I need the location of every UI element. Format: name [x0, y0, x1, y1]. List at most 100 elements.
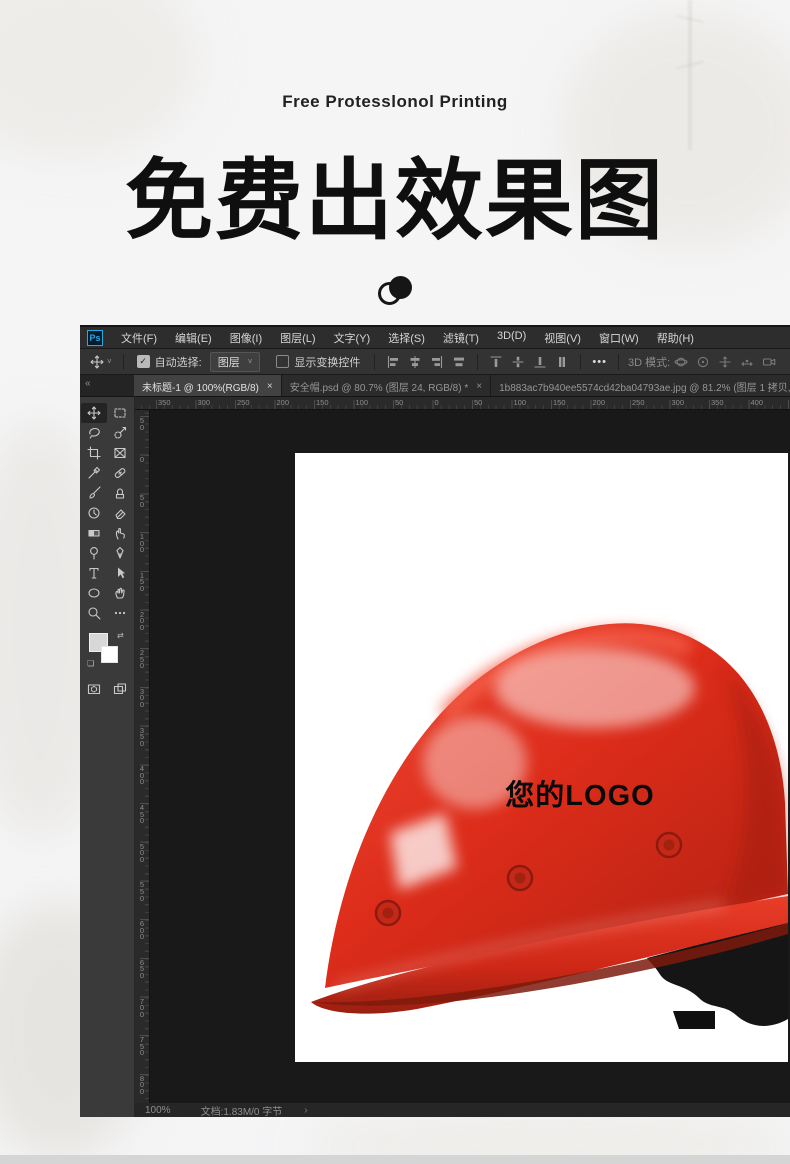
menu-item[interactable]: 文件(F) — [112, 330, 166, 346]
document-tab[interactable]: 未标题-1 @ 100%(RGB/8) × — [134, 375, 282, 396]
tabs: 未标题-1 @ 100%(RGB/8) × 安全帽.psd @ 80.7% (图层 … — [134, 375, 790, 396]
show-transform-label: 显示变换控件 — [294, 356, 361, 369]
brush-tool[interactable] — [81, 483, 107, 503]
history-brush-tool[interactable] — [81, 503, 107, 523]
smudge-tool[interactable] — [107, 523, 133, 543]
zoom-level[interactable]: 100% — [145, 1105, 171, 1116]
ellipse-shape-tool[interactable] — [81, 583, 107, 603]
ruler-number: 250 — [632, 398, 645, 407]
rect-marquee-tool[interactable] — [107, 403, 133, 423]
lasso-tool[interactable] — [81, 423, 107, 443]
ruler-number: 0 — [434, 398, 439, 407]
distribute-top-icon[interactable] — [487, 353, 505, 371]
3d-camera-icon[interactable] — [760, 353, 778, 371]
clone-stamp-tool[interactable] — [107, 483, 133, 503]
tab-bar: « 未标题-1 @ 100%(RGB/8) × 安全帽.psd @ 80.7% (图… — [80, 375, 790, 397]
ruler-number: 150 — [553, 398, 566, 407]
background-color-swatch[interactable] — [101, 646, 118, 663]
divider — [122, 353, 124, 370]
ruler-number: 4 0 0 — [139, 764, 145, 787]
eraser-tool[interactable] — [107, 503, 133, 523]
page: Free Protesslonol Printing 免费出效果图 Ps 文件(… — [0, 0, 790, 1164]
ruler-number: 50 — [395, 398, 404, 407]
tab-close-icon[interactable]: × — [476, 381, 482, 392]
ruler-number: 7 0 0 — [139, 996, 145, 1019]
align-middle-icon[interactable] — [450, 353, 468, 371]
eyedropper-tool[interactable] — [81, 463, 107, 483]
3d-roll-icon[interactable] — [694, 353, 712, 371]
ruler-number: 150 — [316, 398, 329, 407]
helmet-image — [311, 623, 788, 1029]
menu-item[interactable]: 3D(D) — [488, 330, 535, 346]
dodge-tool[interactable] — [81, 543, 107, 563]
quick-mask-button[interactable] — [81, 679, 107, 699]
hand-tool[interactable] — [107, 583, 133, 603]
zoom-tool[interactable] — [81, 603, 107, 623]
ruler-number: 6 0 0 — [139, 919, 145, 942]
more-tools-tool[interactable] — [107, 603, 133, 623]
pen-tool[interactable] — [107, 543, 133, 563]
align-center-icon[interactable] — [406, 353, 424, 371]
menu-item[interactable]: 图层(L) — [271, 330, 324, 346]
align-right-icon[interactable] — [428, 353, 446, 371]
menu-item[interactable]: 视图(V) — [535, 330, 590, 346]
crop-tool[interactable] — [81, 443, 107, 463]
gradient-tool[interactable] — [81, 523, 107, 543]
menu-item[interactable]: 图像(I) — [221, 330, 271, 346]
ruler-number: 2 5 0 — [139, 648, 145, 671]
status-bar: 100% 文档:1.83M/0 字节 › — [135, 1103, 790, 1118]
ruler-number: 350 — [711, 398, 724, 407]
screen-mode-button[interactable] — [107, 679, 133, 699]
menu-item[interactable]: 编辑(E) — [166, 330, 221, 346]
distribute-sides-icon[interactable] — [553, 353, 571, 371]
type-tool[interactable] — [81, 563, 107, 583]
divider — [580, 353, 582, 370]
ruler-number: 1 0 0 — [139, 532, 145, 555]
quick-selection-tool[interactable] — [107, 423, 133, 443]
ruler-number: 3 5 0 — [139, 725, 145, 748]
document-tab[interactable]: 1b883ac7b940ee5574cd42ba04793ae.jpg @ 81… — [491, 375, 790, 396]
vertical-ruler: 5 0 0 5 0 1 0 0 1 5 0 2 0 0 2 5 0 3 0 0 3 5 0 4 0… — [135, 410, 150, 1103]
ruler-number: 8 0 0 — [139, 1073, 145, 1097]
collapse-panels-icon[interactable]: « — [85, 378, 91, 389]
document-tab[interactable]: 安全帽.psd @ 80.7% (图层 24, RGB/8) * × — [281, 375, 492, 396]
tab-close-icon[interactable]: × — [267, 381, 273, 392]
status-options-chevron-icon[interactable]: › — [304, 1105, 307, 1116]
path-selection-tool[interactable] — [107, 563, 133, 583]
chevron-down-icon: ˅ — [247, 357, 253, 366]
move-tool-options-icon[interactable] — [88, 353, 106, 371]
menu-item[interactable]: 滤镜(T) — [434, 330, 488, 346]
ruler-number: 1 5 0 — [139, 570, 145, 593]
ruler-number: 100 — [513, 398, 527, 407]
distribute-bottom-icon[interactable] — [531, 353, 549, 371]
menu-item[interactable]: 窗口(W) — [590, 330, 648, 346]
align-left-icon[interactable] — [384, 353, 402, 371]
ruler-number: 5 0 0 — [139, 841, 145, 864]
show-transform-checkbox[interactable] — [276, 355, 290, 368]
swap-colors-icon[interactable]: ⇄ — [117, 631, 124, 640]
tab-label: 1b883ac7b940ee5574cd42ba04793ae.jpg @ 81… — [499, 382, 790, 394]
3d-pan-icon[interactable] — [716, 353, 734, 371]
ruler-number: 3 0 0 — [139, 686, 145, 710]
tools-panel: ⇄ ❏ — [80, 397, 135, 1117]
menu-item[interactable]: 文字(Y) — [325, 330, 380, 346]
3d-slide-icon[interactable] — [738, 353, 756, 371]
ruler-number: 350 — [158, 398, 171, 407]
bottom-tools — [80, 679, 134, 699]
hero-subtitle: Free Protesslonol Printing — [282, 92, 508, 111]
menu-item[interactable]: 选择(S) — [379, 330, 434, 346]
auto-select-checkbox[interactable]: ✓ — [136, 355, 150, 368]
canvas-pasteboard: 您的LOGO — [150, 410, 790, 1103]
distribute-center-icon[interactable] — [509, 353, 527, 371]
chevron-down-icon[interactable]: ˅ — [107, 357, 112, 366]
frame-tool[interactable] — [107, 443, 133, 463]
default-colors-icon[interactable]: ❏ — [87, 659, 94, 668]
move-tool[interactable] — [81, 403, 107, 423]
ruler-number: 7 5 0 — [139, 1035, 145, 1058]
menu-item[interactable]: 帮助(H) — [648, 330, 703, 346]
ruler-number: 100 — [355, 398, 369, 407]
3d-orbit-icon[interactable] — [672, 353, 690, 371]
more-options-button[interactable]: ••• — [592, 356, 607, 368]
auto-select-dropdown[interactable]: 图层 ˅ — [209, 351, 261, 372]
spot-healing-tool[interactable] — [107, 463, 133, 483]
